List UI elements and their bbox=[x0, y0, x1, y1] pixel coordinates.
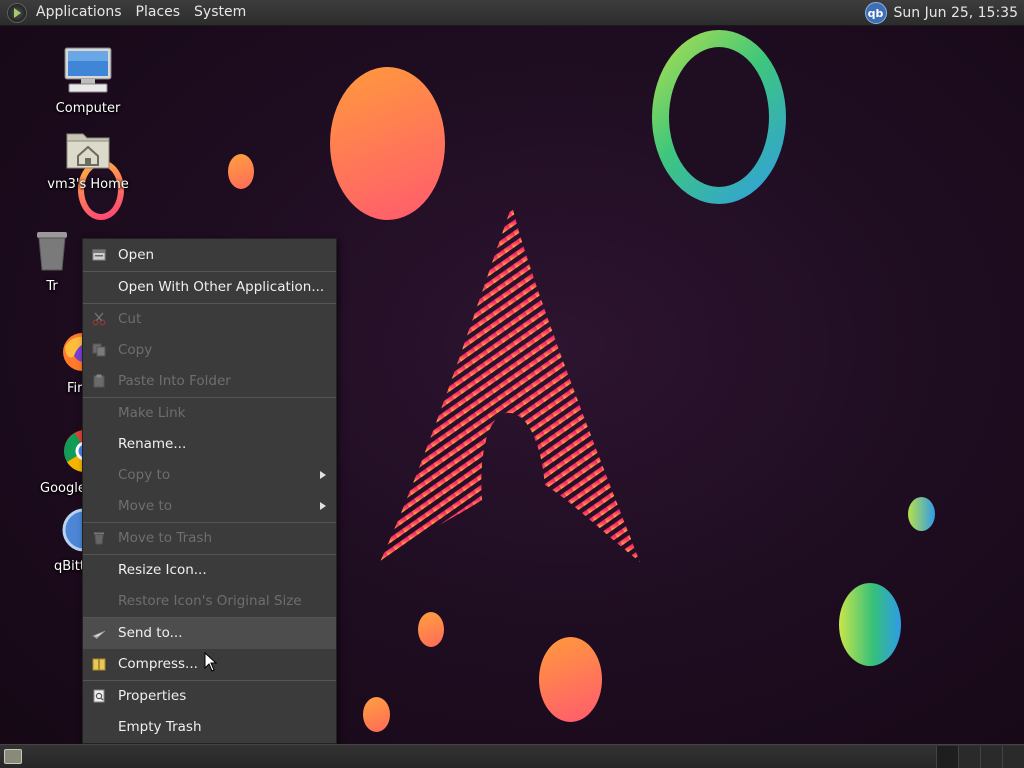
menu-item-empty-trash[interactable]: Empty Trash bbox=[83, 712, 336, 743]
menu-item-open[interactable]: Open bbox=[83, 240, 336, 271]
wallpaper-green-ring bbox=[652, 30, 786, 204]
clock[interactable]: Sun Jun 25, 15:35 bbox=[894, 5, 1018, 21]
submenu-arrow-icon bbox=[320, 502, 326, 510]
computer-icon bbox=[64, 47, 112, 93]
wallpaper-small-orange-bubble bbox=[228, 154, 254, 189]
copy-icon bbox=[92, 343, 106, 357]
desktop-icon-computer[interactable]: Computer bbox=[33, 46, 143, 116]
menu-item-label: Copy to bbox=[118, 467, 171, 483]
menu-item-label: Properties bbox=[118, 688, 187, 704]
menu-item-move-to[interactable]: Move to bbox=[83, 491, 336, 522]
mouse-cursor-icon bbox=[204, 652, 218, 672]
arch-logo bbox=[380, 205, 640, 562]
desktop-icon-home[interactable]: vm3's Home bbox=[33, 128, 143, 192]
workspace-1[interactable] bbox=[936, 746, 959, 768]
wallpaper-green-bubble bbox=[839, 583, 901, 666]
menu-item-move-to-trash[interactable]: Move to Trash bbox=[83, 523, 336, 554]
wallpaper-orange-bubble bbox=[330, 67, 445, 220]
menu-launcher-icon[interactable] bbox=[7, 2, 27, 23]
desktop[interactable]: Applications Places System qb Sun Jun 25… bbox=[0, 0, 1024, 768]
menu-item-label: Empty Trash bbox=[118, 719, 202, 735]
desktop-icon-label: Google bbox=[40, 481, 86, 496]
menu-item-label: Move to bbox=[118, 498, 173, 514]
menu-item-make-link[interactable]: Make Link bbox=[83, 398, 336, 429]
submenu-arrow-icon bbox=[320, 471, 326, 479]
home-folder-icon bbox=[66, 133, 110, 169]
workspace-3[interactable] bbox=[980, 746, 1003, 768]
bottom-panel bbox=[0, 744, 1024, 768]
workspace-2[interactable] bbox=[958, 746, 981, 768]
menu-item-label: Compress... bbox=[118, 656, 198, 672]
menu-item-label: Move to Trash bbox=[118, 530, 213, 546]
show-desktop-icon[interactable] bbox=[4, 749, 22, 764]
desktop-icon-label: vm3's Home bbox=[47, 177, 129, 192]
menu-item-label: Send to... bbox=[118, 625, 183, 641]
menu-item-label: Rename... bbox=[118, 436, 187, 452]
desktop-icon-label: Computer bbox=[55, 101, 121, 116]
menu-item-properties[interactable]: Properties bbox=[83, 681, 336, 712]
desktop-icon-label: Tr bbox=[46, 279, 58, 294]
trash-icon bbox=[94, 532, 104, 545]
menu-item-label: Make Link bbox=[118, 405, 186, 421]
wallpaper-mid-orange-bubble bbox=[539, 637, 602, 722]
menu-item-open-with[interactable]: Open With Other Application... bbox=[83, 272, 336, 303]
menu-item-copy-to[interactable]: Copy to bbox=[83, 460, 336, 491]
menu-item-paste-into-folder[interactable]: Paste Into Folder bbox=[83, 366, 336, 397]
wallpaper-bottom-orange-bubble bbox=[363, 697, 390, 732]
paste-icon bbox=[93, 374, 105, 388]
menu-item-label: Resize Icon... bbox=[118, 562, 207, 578]
menu-item-label: Paste Into Folder bbox=[118, 373, 231, 389]
top-panel: Applications Places System qb Sun Jun 25… bbox=[0, 0, 1024, 26]
trash-icon bbox=[37, 232, 67, 271]
desktop-icon-trash[interactable]: Tr bbox=[22, 228, 82, 294]
system-menu[interactable]: System bbox=[187, 0, 253, 25]
send-icon bbox=[92, 630, 106, 639]
desktop-icon-chrome[interactable]: Google bbox=[36, 428, 106, 496]
menu-item-label: Copy bbox=[118, 342, 153, 358]
places-menu[interactable]: Places bbox=[129, 0, 188, 25]
workspace-4[interactable] bbox=[1002, 746, 1024, 768]
wallpaper-small-green-bubble bbox=[908, 497, 935, 531]
menu-item-label: Open With Other Application... bbox=[118, 279, 325, 295]
menu-item-send-to[interactable]: Send to... bbox=[83, 618, 336, 649]
open-icon bbox=[92, 249, 106, 261]
menu-item-cut[interactable]: Cut bbox=[83, 304, 336, 335]
qbittorrent-tray-icon[interactable]: qb bbox=[864, 1, 887, 24]
scissors-icon bbox=[92, 312, 106, 326]
menu-item-label: Restore Icon's Original Size bbox=[118, 593, 302, 609]
menu-item-copy[interactable]: Copy bbox=[83, 335, 336, 366]
archive-icon bbox=[92, 658, 106, 671]
wallpaper-tiny-orange-bubble bbox=[418, 612, 444, 647]
menu-item-label: Cut bbox=[118, 311, 142, 327]
menu-item-label: Open bbox=[118, 247, 155, 263]
properties-icon bbox=[93, 689, 105, 703]
applications-menu[interactable]: Applications bbox=[29, 0, 129, 25]
menu-item-restore-icon-size[interactable]: Restore Icon's Original Size bbox=[83, 586, 336, 617]
menu-item-resize-icon[interactable]: Resize Icon... bbox=[83, 555, 336, 586]
menu-item-rename[interactable]: Rename... bbox=[83, 429, 336, 460]
